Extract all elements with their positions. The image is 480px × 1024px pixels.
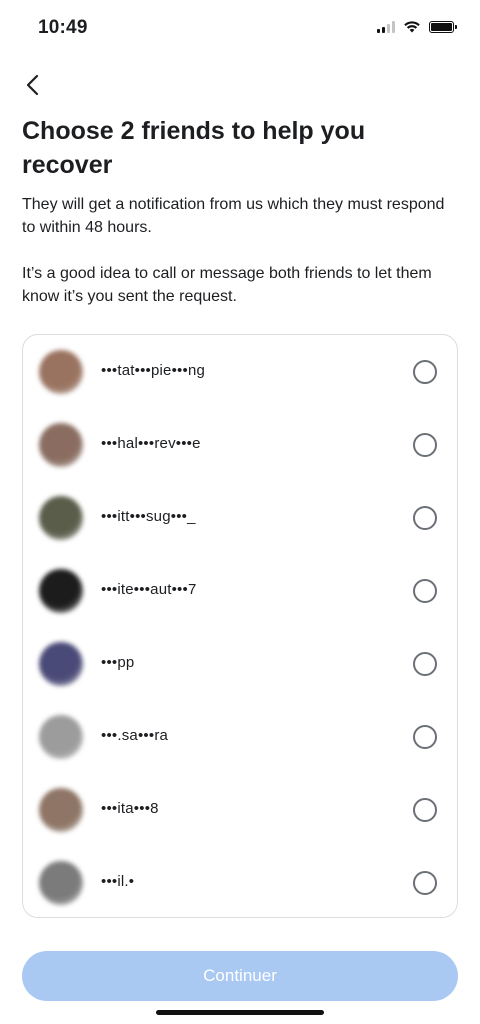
avatar: [39, 642, 83, 686]
friend-name: •••ita•••8: [101, 800, 159, 817]
avatar: [39, 861, 83, 905]
friend-name: •••pp: [101, 654, 135, 671]
avatar: [39, 569, 83, 613]
description-notification: They will get a notification from us whi…: [22, 196, 445, 236]
radio-button[interactable]: [413, 725, 437, 749]
chevron-left-icon: [26, 74, 39, 96]
friend-row[interactable]: •••.sa•••ra: [23, 700, 457, 773]
friend-row[interactable]: •••pp: [23, 627, 457, 700]
friend-name: •••.sa•••ra: [101, 727, 169, 744]
radio-button[interactable]: [413, 433, 437, 457]
avatar: [39, 715, 83, 759]
friend-row[interactable]: •••itt•••sug•••_: [23, 481, 457, 554]
cellular-signal-icon: [377, 20, 395, 33]
status-bar: 10:49: [0, 0, 480, 56]
page-title: Choose 2 friends to help you recover: [22, 117, 366, 179]
avatar: [39, 496, 83, 540]
back-button[interactable]: [18, 70, 48, 100]
friend-row[interactable]: •••ita•••8: [23, 773, 457, 846]
description-advice: It’s a good idea to call or message both…: [22, 265, 432, 305]
avatar: [39, 788, 83, 832]
friend-name: •••itt•••sug•••_: [101, 508, 196, 525]
friend-row[interactable]: •••il.•: [23, 846, 457, 919]
continue-button[interactable]: Continuer: [22, 951, 458, 1001]
friend-row[interactable]: •••ite•••aut•••7: [23, 554, 457, 627]
status-icons: [377, 20, 457, 33]
friends-list: •••tat•••pie•••ng •••hal•••rev•••e •••it…: [22, 334, 458, 918]
radio-button[interactable]: [413, 871, 437, 895]
radio-button[interactable]: [413, 798, 437, 822]
status-time: 10:49: [38, 17, 88, 38]
friend-name: •••ite•••aut•••7: [101, 581, 197, 598]
radio-button[interactable]: [413, 579, 437, 603]
radio-button[interactable]: [413, 360, 437, 384]
friend-name: •••il.•: [101, 873, 135, 890]
radio-button[interactable]: [413, 506, 437, 530]
home-indicator: [156, 1010, 324, 1015]
avatar: [39, 423, 83, 467]
radio-button[interactable]: [413, 652, 437, 676]
wifi-icon: [404, 21, 420, 33]
battery-icon: [429, 20, 457, 33]
recover-screen: 10:49 Choose 2 friends to help you recov…: [0, 0, 480, 1024]
friend-row[interactable]: •••hal•••rev•••e: [23, 408, 457, 481]
avatar: [39, 350, 83, 394]
friend-row[interactable]: •••tat•••pie•••ng: [23, 335, 457, 408]
friend-name: •••tat•••pie•••ng: [101, 362, 206, 379]
friend-name: •••hal•••rev•••e: [101, 435, 201, 452]
